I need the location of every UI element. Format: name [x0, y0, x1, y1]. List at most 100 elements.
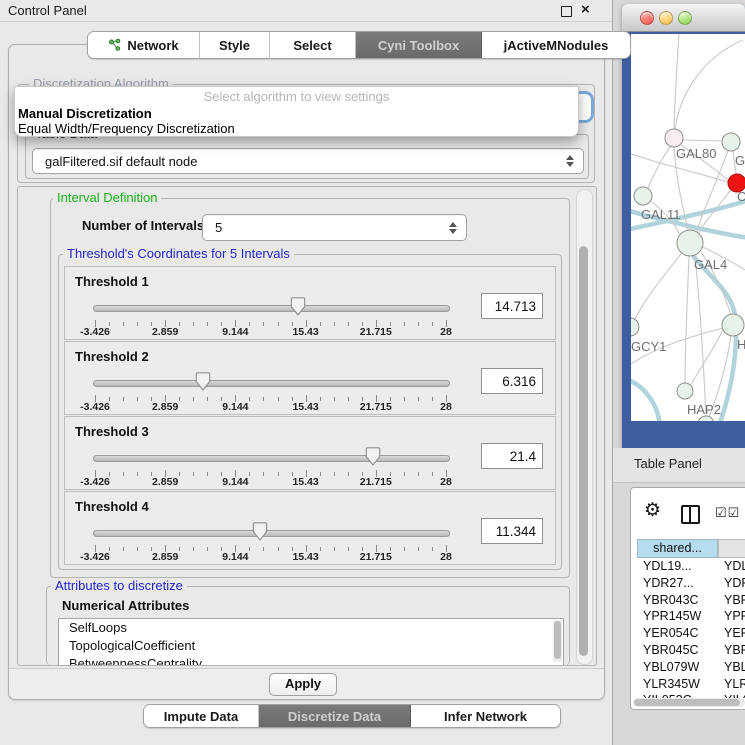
network-canvas[interactable]: GAL80 GA C GAL11 GAL4 GCY1 H HAP2 [631, 34, 745, 421]
numerical-attributes-list[interactable]: SelfLoops TopologicalCoefficient Between… [58, 618, 564, 666]
number-of-intervals-value: 5 [203, 220, 447, 235]
list-item[interactable]: SelfLoops [59, 619, 563, 637]
cyni-mode-tabbar: Impute Data Discretize Data Infer Networ… [143, 704, 561, 728]
zoom-window-icon[interactable] [678, 11, 692, 25]
table-row[interactable]: YPR145WYPR1 [637, 608, 745, 625]
table-row[interactable]: YDL19...YDL1 [637, 558, 745, 575]
tab-jactivemnodules[interactable]: jActiveMNodules [482, 32, 630, 58]
tab-select[interactable]: Select [270, 32, 356, 58]
node-label: HAP2 [687, 402, 721, 417]
algorithm-dropdown-popup: Select algorithm to view settings Manual… [14, 86, 579, 137]
node-gcy1 [631, 318, 639, 336]
node [634, 187, 652, 205]
table-body[interactable]: YDL19...YDL1 YDR27...YDR2 YBR043CYBR0 YP… [637, 558, 745, 698]
threshold-2-slider[interactable] [93, 371, 448, 395]
columns-icon[interactable] [681, 505, 700, 524]
minimize-window-icon[interactable] [659, 11, 673, 25]
list-item[interactable]: BetweennessCentrality [59, 655, 563, 666]
threshold-1-slider[interactable] [93, 296, 448, 320]
column-header-shared-name[interactable]: shared... [637, 539, 718, 558]
slider-tick-labels: -3.4262.8599.14415.4321.71528 [95, 401, 446, 413]
table-data-combobox[interactable]: galFiltered.sif default node [32, 148, 584, 174]
number-of-intervals-label: Number of Intervals [82, 218, 204, 233]
right-region: GAL80 GA C GAL11 GAL4 GCY1 H HAP2 Table … [613, 0, 745, 745]
slider-thumb[interactable] [252, 522, 267, 541]
list-scrollbar[interactable] [553, 620, 562, 662]
gear-icon[interactable]: ⚙ [644, 501, 661, 520]
table-panel-title: Table Panel [634, 456, 702, 471]
attributes-group-title: Attributes to discretize [51, 578, 187, 593]
table-panel-card: ⚙ ☑☑ shared... name YDL19...YDL1 YDR27..… [630, 487, 745, 710]
table-row[interactable]: YBR045CYBR0 [637, 642, 745, 659]
node-label: GCY1 [631, 339, 666, 354]
table-horizontal-scrollbar[interactable] [633, 698, 745, 707]
node-label: GAL4 [694, 257, 727, 272]
network-view-window: GAL80 GA C GAL11 GAL4 GCY1 H HAP2 [622, 4, 745, 448]
node-gal4 [677, 230, 703, 256]
node [722, 314, 744, 336]
table-data-value: galFiltered.sif default node [33, 154, 564, 169]
tab-network[interactable]: Network [88, 32, 200, 58]
interval-definition-title: Interval Definition [53, 190, 161, 205]
slider-thumb[interactable] [290, 297, 305, 316]
table-panel-toolbar: ⚙ ☑☑ [631, 488, 745, 538]
slider-track [93, 380, 450, 387]
threshold-coordinates-title: Threshold's Coordinates for 5 Intervals [63, 246, 294, 261]
apply-row: Apply [9, 668, 604, 699]
threshold-3-value-field[interactable]: 21.4 [481, 443, 543, 469]
slider-tick-labels: -3.4262.8599.14415.4321.71528 [95, 476, 446, 488]
combo-stepper-icon [564, 155, 575, 167]
slider-track [93, 455, 450, 462]
table-row[interactable]: YBR043CYBR0 [637, 592, 745, 609]
node [722, 133, 740, 151]
network-icon [108, 38, 122, 52]
threshold-2-value-field[interactable]: 6.316 [481, 368, 543, 394]
table-data-group: Table Data galFiltered.sif default node [25, 134, 589, 179]
threshold-2-block: Threshold 2 -3.4262.8599.14415.4321.7152… [64, 341, 556, 415]
slider-thumb[interactable] [196, 372, 211, 391]
table-row[interactable]: YBL079WYBL0 [637, 659, 745, 676]
threshold-4-slider[interactable] [93, 521, 448, 545]
tab-impute-data[interactable]: Impute Data [144, 705, 259, 727]
table-row[interactable]: YDR27...YDR2 [637, 575, 745, 592]
table-row[interactable]: YLR345WYLR3 [637, 676, 745, 693]
threshold-3-block: Threshold 3 -3.4262.8599.14415.4321.7152… [64, 416, 556, 490]
node-label: C [737, 189, 745, 204]
apply-button[interactable]: Apply [269, 673, 337, 696]
dropdown-option-equal-width-frequency[interactable]: Equal Width/Frequency Discretization [15, 121, 578, 136]
number-of-intervals-combobox[interactable]: 5 [202, 214, 467, 241]
list-item[interactable]: TopologicalCoefficient [59, 637, 563, 655]
node-label: GAL80 [676, 146, 716, 161]
combo-stepper-icon [447, 222, 458, 234]
float-window-icon[interactable] [561, 6, 572, 17]
threshold-1-value-field[interactable]: 14.713 [481, 293, 543, 319]
threshold-4-block: Threshold 4 -3.4262.8599.14415.4321.7152… [64, 491, 556, 565]
tab-discretize-data[interactable]: Discretize Data [259, 705, 411, 727]
network-window-titlebar [622, 4, 745, 32]
close-panel-icon[interactable]: × [581, 1, 590, 18]
slider-thumb[interactable] [366, 447, 381, 466]
table-row[interactable]: YER054CYER0 [637, 625, 745, 642]
dropdown-option-manual-discretization[interactable]: Manual Discretization [15, 106, 578, 121]
threshold-4-label: Threshold 4 [75, 499, 149, 514]
threshold-4-value-field[interactable]: 11.344 [481, 518, 543, 544]
numerical-attributes-label: Numerical Attributes [62, 598, 189, 613]
slider-track [93, 305, 450, 312]
slider-tick-labels: -3.4262.8599.14415.4321.71528 [95, 326, 446, 338]
tab-cyni-toolbox[interactable]: Cyni Toolbox [356, 32, 482, 58]
tab-infer-network[interactable]: Infer Network [411, 705, 560, 727]
slider-tick-labels: -3.4262.8599.14415.4321.71528 [95, 551, 446, 563]
threshold-3-slider[interactable] [93, 446, 448, 470]
node-label: GAL11 [641, 207, 681, 222]
close-window-icon[interactable] [640, 11, 654, 25]
tab-style[interactable]: Style [200, 32, 270, 58]
control-panel-tabbar: Network Style Select Cyni Toolbox jActiv… [87, 31, 631, 59]
control-panel-window: Control Panel × Discretization Algorithm… [0, 0, 613, 745]
table-header: shared... name [637, 539, 745, 558]
column-header-name[interactable]: name [718, 539, 745, 558]
threshold-3-label: Threshold 3 [75, 424, 149, 439]
node-pink [665, 129, 683, 147]
settings-vertical-scrollbar[interactable] [576, 189, 593, 665]
control-panel-body: Discretization Algorithm Table Data galF… [8, 44, 605, 700]
select-all-checkboxes-icon[interactable]: ☑☑ [715, 505, 740, 521]
